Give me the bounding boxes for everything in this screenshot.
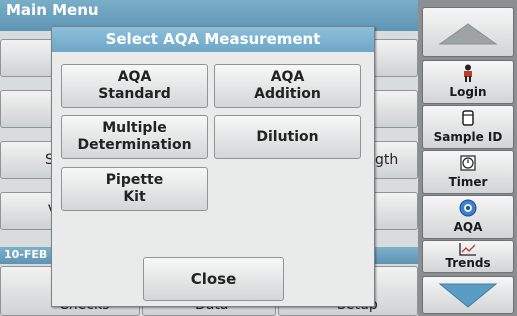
sample-id-label: Sample ID xyxy=(433,130,503,144)
trend-chart-icon xyxy=(423,242,513,256)
dialog-title: Select AQA Measurement xyxy=(52,27,374,52)
sidebar: Login Sample ID Timer AQA Trends xyxy=(418,0,517,316)
main-menu-fragment: gth xyxy=(375,152,399,168)
down-arrow-icon xyxy=(423,281,513,309)
sample-id-button[interactable]: Sample ID xyxy=(422,105,514,149)
screen: Main Menu Si gth V 10-FEB Checks Data ne… xyxy=(0,0,517,316)
main-menu-title: Main Menu xyxy=(6,1,99,19)
person-icon xyxy=(423,64,513,82)
aqa-standard-button[interactable]: AQA Standard xyxy=(61,64,208,108)
aqa-button[interactable]: AQA xyxy=(422,195,514,239)
scroll-down-button[interactable] xyxy=(422,276,514,314)
login-button[interactable]: Login xyxy=(422,60,514,104)
multiple-determination-button[interactable]: Multiple Determination xyxy=(61,115,208,159)
trends-button[interactable]: Trends xyxy=(422,240,514,273)
up-arrow-icon xyxy=(423,22,513,46)
scroll-up-button[interactable] xyxy=(422,7,514,57)
sample-vial-icon xyxy=(423,109,513,127)
pipette-kit-button[interactable]: Pipette Kit xyxy=(61,167,208,211)
timer-label: Timer xyxy=(448,175,488,189)
close-button[interactable]: Close xyxy=(143,257,284,301)
aqa-label: AQA xyxy=(453,220,483,234)
aqa-addition-button[interactable]: AQA Addition xyxy=(214,64,361,108)
trends-label: Trends xyxy=(445,256,491,270)
select-aqa-dialog: Select AQA Measurement AQA Standard AQA … xyxy=(51,26,375,307)
aqa-icon xyxy=(423,199,513,217)
timer-button[interactable]: Timer xyxy=(422,150,514,194)
dilution-button[interactable]: Dilution xyxy=(214,115,361,159)
date-text: 10-FEB xyxy=(4,248,48,261)
timer-icon xyxy=(423,154,513,172)
login-label: Login xyxy=(449,85,487,99)
